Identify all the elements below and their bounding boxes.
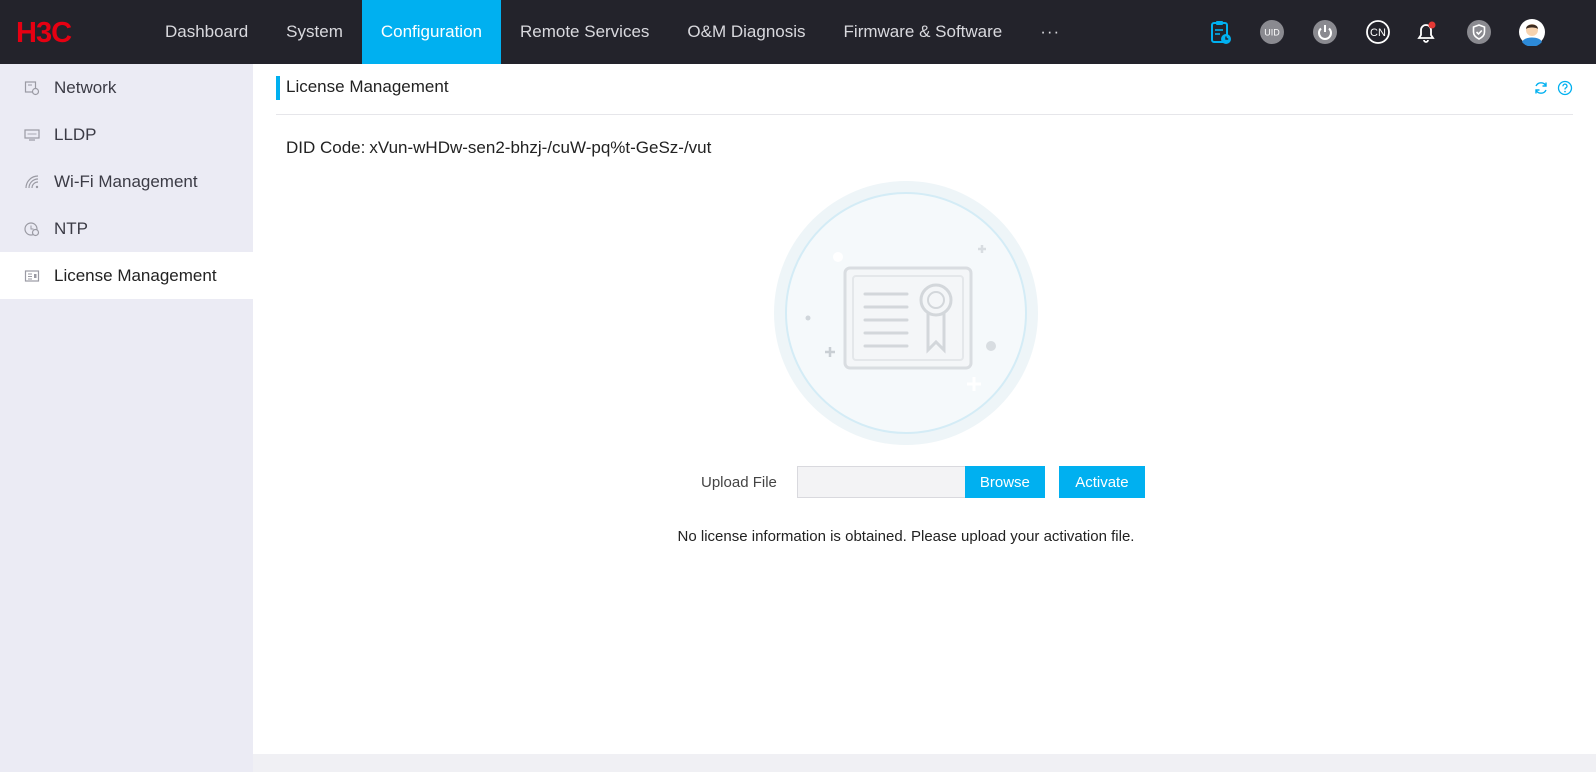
license-icon: [24, 268, 40, 284]
svg-text:CN: CN: [1370, 27, 1386, 39]
page-header: License Management: [276, 74, 1573, 115]
network-icon: [24, 80, 40, 96]
title-accent-bar: [276, 76, 280, 100]
main-nav: Dashboard System Configuration Remote Se…: [146, 0, 1079, 64]
svg-text:UID: UID: [1264, 28, 1280, 38]
nav-dashboard[interactable]: Dashboard: [146, 0, 267, 64]
shield-check-icon[interactable]: [1465, 18, 1493, 46]
header-tools: [1533, 80, 1573, 96]
no-license-message: No license information is obtained. Plea…: [677, 528, 1135, 545]
sidebar-item-label: License Management: [54, 265, 217, 285]
nav-more-button[interactable]: ···: [1021, 0, 1079, 64]
main-content: License Management DID Code: xVun-wHDw-se…: [253, 64, 1596, 754]
sidebar: Network LLDP Wi-Fi Management NTP Licens…: [0, 64, 253, 772]
browse-button[interactable]: Browse: [964, 466, 1045, 498]
did-code-value: xVun-wHDw-sen2-bhzj-/cuW-pq%t-GeSz-/vut: [369, 138, 712, 157]
top-navigation-bar: H3C Dashboard System Configuration Remot…: [0, 0, 1596, 64]
license-certificate-illustration: [773, 180, 1039, 446]
sidebar-item-lldp[interactable]: LLDP: [0, 111, 253, 158]
svg-text:H3C: H3C: [16, 18, 72, 46]
language-cn-icon[interactable]: CN: [1364, 18, 1392, 46]
ntp-clock-icon: [24, 221, 40, 237]
page-title: License Management: [286, 77, 449, 96]
user-avatar-icon[interactable]: [1518, 18, 1546, 46]
help-icon[interactable]: [1557, 80, 1573, 96]
nav-firmware-software[interactable]: Firmware & Software: [825, 0, 1022, 64]
sidebar-item-wifi-management[interactable]: Wi-Fi Management: [0, 158, 253, 205]
clipboard-clock-icon[interactable]: [1206, 18, 1234, 46]
nav-system[interactable]: System: [267, 0, 362, 64]
refresh-icon[interactable]: [1533, 80, 1549, 96]
sidebar-item-license-management[interactable]: License Management: [0, 252, 253, 299]
sidebar-item-label: Network: [54, 77, 117, 97]
upload-file-input[interactable]: [796, 466, 965, 498]
upload-file-label: Upload File: [701, 473, 777, 491]
bell-icon[interactable]: [1412, 18, 1440, 46]
nav-remote-services[interactable]: Remote Services: [501, 0, 668, 64]
sidebar-item-network[interactable]: Network: [0, 64, 253, 111]
did-code: DID Code: xVun-wHDw-sen2-bhzj-/cuW-pq%t-G…: [286, 138, 711, 158]
upload-row: Upload File Browse Activate: [701, 466, 1145, 498]
nav-om-diagnosis[interactable]: O&M Diagnosis: [668, 0, 824, 64]
sidebar-item-ntp[interactable]: NTP: [0, 205, 253, 252]
sidebar-item-label: Wi-Fi Management: [54, 171, 198, 191]
h3c-logo[interactable]: H3C: [16, 17, 108, 49]
wifi-icon: [24, 174, 40, 190]
lldp-icon: [24, 127, 40, 143]
did-code-label: DID Code:: [286, 138, 366, 157]
uid-icon[interactable]: UID: [1258, 18, 1286, 46]
footer-strip: [253, 754, 1596, 772]
nav-configuration[interactable]: Configuration: [361, 0, 501, 64]
sidebar-item-label: LLDP: [54, 124, 97, 144]
activate-button[interactable]: Activate: [1058, 466, 1145, 498]
sidebar-item-label: NTP: [54, 218, 88, 238]
power-icon[interactable]: [1311, 18, 1339, 46]
